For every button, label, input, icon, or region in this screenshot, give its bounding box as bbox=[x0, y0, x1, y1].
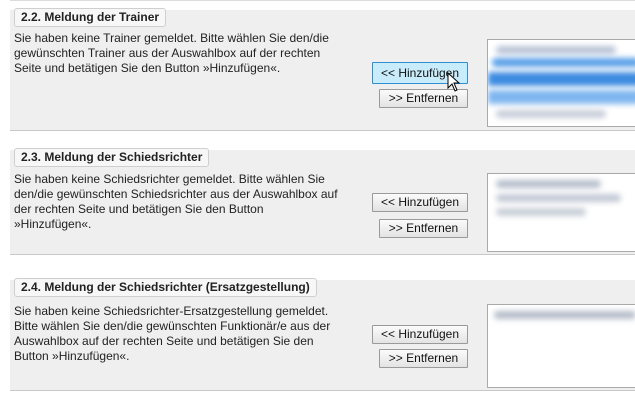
referees-description-line: Sie haben keine Schiedsrichter gemeldet.… bbox=[14, 172, 325, 186]
replacement-description-line: Sie haben keine Schiedsrichter-Ersatzges… bbox=[14, 304, 329, 318]
trainer-description: Sie haben keine Trainer gemeldet. Bitte … bbox=[14, 31, 329, 76]
section-title-referees-replacement: 2.4. Meldung der Schiedsrichter (Ersatzg… bbox=[14, 278, 317, 297]
mouse-pointer-icon bbox=[447, 72, 461, 92]
list-item[interactable] bbox=[492, 58, 635, 67]
referee-listbox[interactable] bbox=[487, 173, 635, 252]
section-referees: 2.3. Meldung der Schiedsrichter Sie habe… bbox=[10, 148, 635, 255]
section-title-trainer: 2.2. Meldung der Trainer bbox=[14, 8, 167, 27]
list-item[interactable] bbox=[496, 194, 621, 202]
trainer-listbox[interactable] bbox=[487, 39, 635, 127]
list-item[interactable] bbox=[488, 90, 635, 104]
section-title-referees: 2.3. Meldung der Schiedsrichter bbox=[14, 148, 210, 167]
replacement-description-line: Button »Hinzufügen«. bbox=[14, 349, 130, 363]
referees-description-line: »Hinzufügen«. bbox=[14, 217, 92, 231]
top-divider bbox=[10, 0, 635, 1]
trainer-description-line: gewünschten Trainer aus der Auswahlbox a… bbox=[14, 46, 321, 60]
referees-description: Sie haben keine Schiedsrichter gemeldet.… bbox=[14, 172, 338, 232]
referees-description-line: der rechten Seite und betätigen Sie den … bbox=[14, 202, 264, 216]
trainer-description-line: Seite und betätigen Sie den Button »Hinz… bbox=[14, 61, 281, 75]
replacement-description: Sie haben keine Schiedsrichter-Ersatzges… bbox=[14, 304, 330, 364]
replacement-description-line: Bitte wählen Sie den/die gewünschten Fun… bbox=[14, 319, 331, 333]
section-referees-replacement: 2.4. Meldung der Schiedsrichter (Ersatzg… bbox=[10, 278, 635, 391]
list-item[interactable] bbox=[496, 46, 616, 54]
section-trainer: 2.2. Meldung der Trainer Sie haben keine… bbox=[10, 8, 635, 131]
remove-referee-button[interactable]: >> Entfernen bbox=[379, 219, 468, 238]
replacement-description-line: Auswahlbox auf der rechten Seite und bet… bbox=[14, 334, 314, 348]
list-item[interactable] bbox=[496, 110, 606, 118]
list-item[interactable] bbox=[496, 208, 586, 216]
add-referee-button[interactable]: << Hinzufügen bbox=[372, 193, 468, 212]
list-item[interactable] bbox=[496, 180, 601, 188]
add-replacement-button[interactable]: << Hinzufügen bbox=[372, 325, 468, 344]
list-item[interactable] bbox=[488, 72, 635, 86]
list-item[interactable] bbox=[494, 311, 635, 319]
remove-replacement-button[interactable]: >> Entfernen bbox=[379, 349, 468, 368]
referees-description-line: den/die gewünschten Schiedsrichter aus d… bbox=[14, 187, 338, 201]
replacement-listbox[interactable] bbox=[487, 304, 635, 388]
trainer-description-line: Sie haben keine Trainer gemeldet. Bitte … bbox=[14, 31, 329, 45]
